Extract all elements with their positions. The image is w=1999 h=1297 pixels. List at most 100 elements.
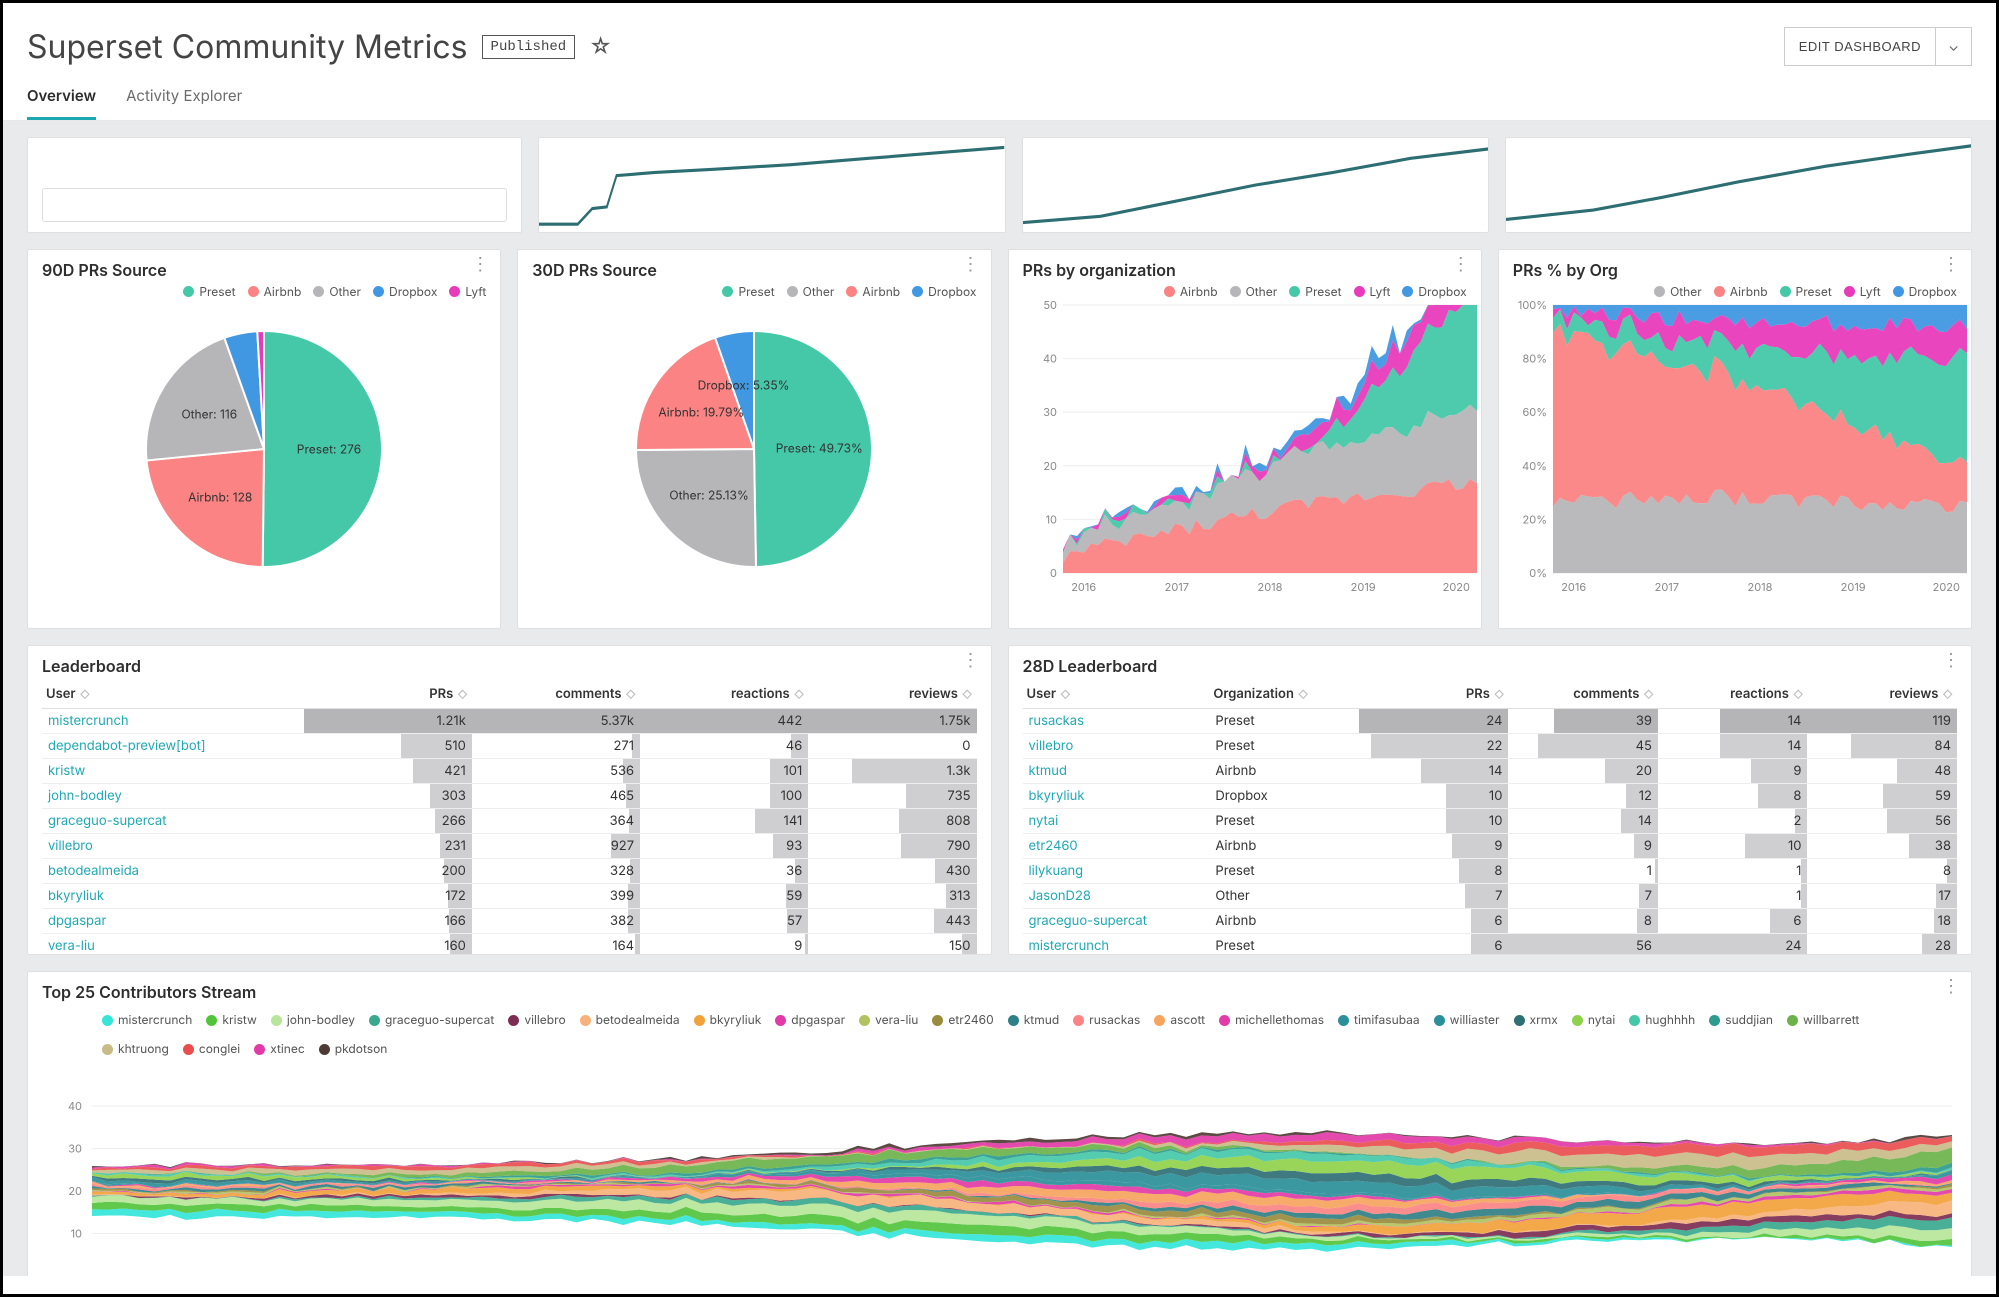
card-menu-icon[interactable]: ⋮ <box>962 258 981 272</box>
metric-cell: 59 <box>1807 784 1957 809</box>
legend-item[interactable]: xtinec <box>254 1041 305 1056</box>
legend-item[interactable]: john-bodley <box>271 1012 355 1027</box>
legend-item[interactable]: Preset <box>183 284 235 299</box>
column-header[interactable]: PRs◇ <box>1359 680 1509 709</box>
edit-dashboard-dropdown[interactable]: ⌄ <box>1936 27 1972 66</box>
column-header[interactable]: comments◇ <box>1508 680 1658 709</box>
column-header[interactable]: reviews◇ <box>808 680 976 709</box>
legend-item[interactable]: conglei <box>183 1041 240 1056</box>
tab-bar: Overview Activity Explorer <box>3 74 1996 121</box>
legend-item[interactable]: timifasubaa <box>1338 1012 1420 1027</box>
user-link[interactable]: vera-liu <box>48 938 95 954</box>
legend-item[interactable]: etr2460 <box>932 1012 993 1027</box>
user-link[interactable]: graceguo-supercat <box>1029 913 1147 929</box>
chevron-down-icon: ⌄ <box>1948 38 1959 55</box>
user-cell: etr2460 <box>1023 834 1210 859</box>
legend-item[interactable]: Other <box>787 284 835 299</box>
column-header[interactable]: Organization◇ <box>1209 680 1359 709</box>
metric-cell: 39 <box>1508 709 1658 734</box>
legend-item[interactable]: ascott <box>1154 1012 1205 1027</box>
legend-item[interactable]: Other <box>1230 284 1278 299</box>
tab-activity-explorer[interactable]: Activity Explorer <box>126 74 242 120</box>
legend-item[interactable]: michellethomas <box>1219 1012 1324 1027</box>
user-link[interactable]: bkyryliuk <box>1029 788 1085 804</box>
user-link[interactable]: villebro <box>1029 738 1074 754</box>
legend-item[interactable]: graceguo-supercat <box>369 1012 494 1027</box>
legend-item[interactable]: Dropbox <box>373 284 437 299</box>
legend-item[interactable]: kristw <box>206 1012 256 1027</box>
legend-item[interactable]: ktmud <box>1008 1012 1059 1027</box>
column-header[interactable]: reviews◇ <box>1807 680 1957 709</box>
card-menu-icon[interactable]: ⋮ <box>471 258 490 272</box>
legend-item[interactable]: rusackas <box>1073 1012 1140 1027</box>
user-link[interactable]: rusackas <box>1029 713 1084 729</box>
user-link[interactable]: kristw <box>48 763 85 779</box>
user-link[interactable]: etr2460 <box>1029 838 1078 854</box>
legend-item[interactable]: Airbnb <box>1164 284 1218 299</box>
legend-item[interactable]: Dropbox <box>912 284 976 299</box>
legend-item[interactable]: Airbnb <box>846 284 900 299</box>
legend-item[interactable]: villebro <box>508 1012 565 1027</box>
card-menu-icon[interactable]: ⋮ <box>1942 980 1961 994</box>
tab-overview[interactable]: Overview <box>27 74 96 120</box>
legend-item[interactable]: Lyft <box>1354 284 1391 299</box>
legend-item[interactable]: Preset <box>1780 284 1832 299</box>
area-chart[interactable]: 0102030405020162017201820192020 <box>1023 299 1482 599</box>
legend-item[interactable]: mistercrunch <box>102 1012 192 1027</box>
column-header[interactable]: reactions◇ <box>640 680 808 709</box>
legend-item[interactable]: khtruong <box>102 1041 169 1056</box>
user-link[interactable]: lilykuang <box>1029 863 1084 879</box>
legend-item[interactable]: willbarrett <box>1787 1012 1859 1027</box>
legend-item[interactable]: dpgaspar <box>775 1012 845 1027</box>
legend-item[interactable]: nytai <box>1572 1012 1615 1027</box>
legend-item[interactable]: bkyryliuk <box>694 1012 762 1027</box>
legend-item[interactable]: Preset <box>722 284 774 299</box>
card-menu-icon[interactable]: ⋮ <box>1942 654 1961 668</box>
legend-item[interactable]: betodealmeida <box>580 1012 680 1027</box>
filter-input-slot[interactable] <box>42 188 507 222</box>
legend-item[interactable]: Dropbox <box>1402 284 1466 299</box>
card-menu-icon[interactable]: ⋮ <box>1452 258 1471 272</box>
legend-item[interactable]: suddjian <box>1709 1012 1773 1027</box>
area-chart[interactable]: 0%20%40%60%80%100%20162017201820192020 <box>1513 299 1972 599</box>
user-link[interactable]: john-bodley <box>48 788 122 804</box>
user-link[interactable]: dependabot-preview[bot] <box>48 738 206 754</box>
favorite-star-icon[interactable]: ☆ <box>589 34 612 60</box>
user-link[interactable]: bkyryliuk <box>48 888 104 904</box>
legend-item[interactable]: williaster <box>1434 1012 1500 1027</box>
column-header[interactable]: User◇ <box>42 680 304 709</box>
legend-item[interactable]: vera-liu <box>859 1012 918 1027</box>
edit-dashboard-button[interactable]: EDIT DASHBOARD <box>1784 27 1936 66</box>
legend-item[interactable]: hughhhh <box>1629 1012 1695 1027</box>
column-header[interactable]: comments◇ <box>472 680 640 709</box>
user-link[interactable]: nytai <box>1029 813 1059 829</box>
user-link[interactable]: JasonD28 <box>1029 888 1091 904</box>
legend-item[interactable]: Dropbox <box>1893 284 1957 299</box>
metric-cell: 56 <box>1807 809 1957 834</box>
user-link[interactable]: dpgaspar <box>48 913 106 929</box>
user-link[interactable]: betodealmeida <box>48 863 139 879</box>
user-link[interactable]: mistercrunch <box>1029 938 1110 954</box>
legend-item[interactable]: Airbnb <box>1714 284 1768 299</box>
column-header[interactable]: PRs◇ <box>304 680 472 709</box>
user-link[interactable]: graceguo-supercat <box>48 813 166 829</box>
legend-item[interactable]: Lyft <box>1844 284 1881 299</box>
legend-item[interactable]: Other <box>313 284 361 299</box>
card-menu-icon[interactable]: ⋮ <box>1942 258 1961 272</box>
legend-item[interactable]: Lyft <box>449 284 486 299</box>
legend-item[interactable]: xrmx <box>1514 1012 1558 1027</box>
metric-cell: 14 <box>1658 734 1808 759</box>
legend-item[interactable]: Preset <box>1289 284 1341 299</box>
legend-item[interactable]: Airbnb <box>248 284 302 299</box>
column-header[interactable]: User◇ <box>1023 680 1210 709</box>
metric-cell: 28 <box>1807 934 1957 956</box>
user-link[interactable]: ktmud <box>1029 763 1067 779</box>
user-link[interactable]: mistercrunch <box>48 713 129 729</box>
card-menu-icon[interactable]: ⋮ <box>962 654 981 668</box>
legend-item[interactable]: pkdotson <box>319 1041 388 1056</box>
stream-chart[interactable]: 10203040 <box>42 1066 1957 1276</box>
legend-item[interactable]: Other <box>1654 284 1702 299</box>
user-link[interactable]: villebro <box>48 838 93 854</box>
column-header[interactable]: reactions◇ <box>1658 680 1808 709</box>
metric-cell: 141 <box>640 809 808 834</box>
